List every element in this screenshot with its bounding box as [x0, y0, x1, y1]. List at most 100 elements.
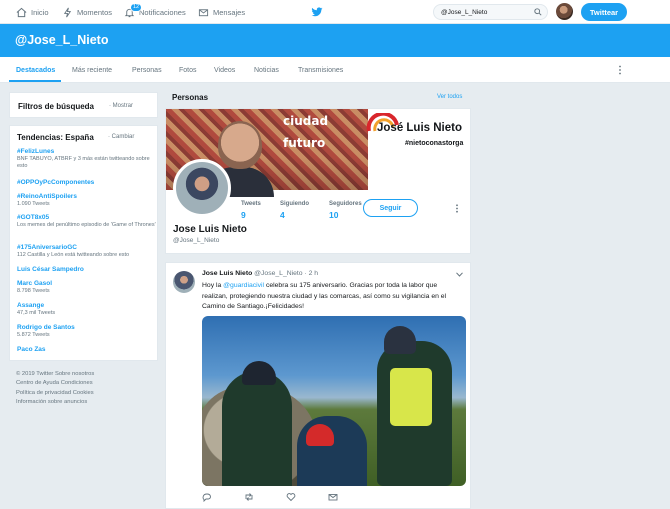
trends-title: Tendencias: España [17, 133, 94, 142]
search-icon[interactable] [534, 8, 542, 16]
trend-item[interactable]: Marc Gasol 8.798 Tweets [17, 280, 157, 295]
notifications-badge: 12 [130, 3, 143, 12]
tweet-author-name[interactable]: Jose Luis Nieto [202, 270, 252, 277]
trend-meta: Los memes del penúltimo episodio de 'Gam… [17, 222, 156, 228]
tweet-author-handle: @Jose_L_Nieto [254, 270, 303, 277]
tweet-actions [202, 492, 352, 504]
profile-name[interactable]: Jose Luis Nieto [173, 224, 247, 235]
twitter-bird-icon[interactable] [311, 6, 323, 18]
more-vertical-icon[interactable] [618, 65, 622, 75]
tweet-mention[interactable]: @guardiacivil [223, 282, 264, 289]
stat-tweets-value[interactable]: 9 [241, 210, 246, 220]
nav-moments-label: Momentos [77, 7, 113, 17]
reply-icon[interactable] [202, 492, 212, 502]
tab-fotos[interactable]: Fotos [179, 67, 197, 74]
photo-helmet [242, 361, 276, 385]
nav-notifications[interactable]: 12 Notificaciones [124, 0, 186, 24]
trend-meta: BNF TABUYO, ATBRF y 3 más están twittean… [17, 156, 150, 169]
profile-handle: @Jose_L_Nieto [173, 237, 220, 244]
trend-name: Assange [17, 302, 45, 309]
user-avatar[interactable] [556, 3, 573, 20]
nav-messages[interactable]: Mensajes [198, 0, 245, 24]
tweet-text: Hoy la @guardiacivil celebra su 175 aniv… [202, 281, 464, 313]
tweet-timestamp[interactable]: · 2 h [304, 270, 318, 277]
like-icon[interactable] [286, 492, 296, 502]
top-navigation-bar: Inicio Momentos 12 Notificaciones Mensaj… [0, 0, 670, 24]
nav-home[interactable]: Inicio [16, 0, 49, 24]
tweet[interactable]: Jose Luis Nieto @Jose_L_Nieto · 2 h Hoy … [165, 262, 471, 509]
trend-item[interactable]: #OPPOyPcComponentes [17, 179, 157, 187]
nav-home-label: Inicio [31, 7, 49, 17]
trend-meta: 5.872 Tweets [17, 332, 50, 338]
stat-following-value[interactable]: 4 [280, 210, 285, 220]
envelope-icon [198, 8, 209, 16]
trend-name: #OPPOyPcComponentes [17, 179, 95, 186]
trend-item[interactable]: #ReinoAntiSpoilers 1.090 Tweets [17, 193, 157, 208]
trend-item[interactable]: #175AniversarioGC 112 Castilla y León es… [17, 244, 157, 259]
nav-moments[interactable]: Momentos [62, 0, 112, 24]
banner-candidate-name: José Luis Nieto [377, 122, 462, 134]
trend-item[interactable]: #GOT8x05 Los memes del penúltimo episodi… [17, 214, 157, 229]
tab-transmisiones[interactable]: Transmisiones [298, 67, 343, 74]
dm-icon[interactable] [328, 492, 338, 502]
lightning-icon [63, 7, 72, 17]
tweet-media-photo[interactable] [202, 316, 466, 486]
footer-links: © 2019 Twitter Sobre nosotros Centro de … [16, 370, 146, 407]
trend-item[interactable]: Paco Zas [17, 346, 157, 354]
footer-line[interactable]: © 2019 Twitter Sobre nosotros [16, 370, 146, 379]
search-input[interactable] [433, 4, 548, 20]
tab-videos[interactable]: Videos [214, 67, 235, 74]
follow-button[interactable]: Seguir [363, 199, 418, 217]
trend-item[interactable]: Luis César Sampedro [17, 266, 157, 274]
nav-messages-label: Mensajes [213, 7, 246, 17]
profile-card[interactable]: ciudad futuro José Luis Nieto #nietocona… [165, 108, 471, 254]
trend-name: Paco Zas [17, 346, 46, 353]
photo-person [222, 371, 292, 486]
chevron-down-icon[interactable] [456, 272, 463, 277]
trend-meta: 1.090 Tweets [17, 201, 50, 207]
banner-slogan-1: ciudad [283, 114, 329, 128]
trend-meta: 8.798 Tweets [17, 288, 50, 294]
retweet-icon[interactable] [244, 492, 254, 502]
search-header: @Jose_L_Nieto [0, 24, 670, 57]
trend-name: Marc Gasol [17, 280, 53, 287]
tab-personas[interactable]: Personas [132, 67, 162, 74]
trend-name: Luis César Sampedro [17, 266, 84, 273]
profile-avatar[interactable] [173, 159, 231, 217]
filters-show-link[interactable]: · Mostrar [109, 103, 133, 109]
banner-hashtag: #nietoconastorga [405, 140, 464, 147]
trend-meta: 47,3 mil Tweets [17, 310, 56, 316]
banner-slogan-2: futuro [283, 136, 326, 150]
stat-tweets-label: Tweets [241, 201, 261, 207]
tweet-button[interactable]: Twittear [581, 3, 627, 21]
search-tabs: Destacados Más reciente Personas Fotos V… [0, 57, 670, 83]
trends-change-link[interactable]: · Cambiar [108, 134, 134, 140]
home-icon [16, 7, 27, 17]
filters-title: Filtros de búsqueda [18, 102, 95, 111]
stat-following-label: Siguiendo [280, 201, 309, 207]
trend-name: #175AniversarioGC [17, 244, 77, 251]
footer-line[interactable]: Información sobre anuncios [16, 398, 146, 407]
photo-reflective-vest [390, 368, 432, 426]
trend-item[interactable]: Assange 47,3 mil Tweets [17, 302, 157, 317]
tab-noticias[interactable]: Noticias [254, 67, 279, 74]
trends-panel: Tendencias: España · Cambiar #FelizLunes… [9, 125, 158, 361]
tab-mas-reciente[interactable]: Más reciente [72, 67, 112, 74]
photo-person [297, 416, 367, 486]
banner-person-face [218, 121, 262, 169]
trend-name: #FelizLunes [17, 148, 55, 155]
trend-meta: 112 Castilla y León está twitteando sobr… [17, 252, 130, 258]
page-title: @Jose_L_Nieto [15, 33, 109, 47]
see-all-link[interactable]: Ver todos [437, 94, 462, 100]
footer-line[interactable]: Centro de Ayuda Condiciones [16, 379, 146, 388]
trend-item[interactable]: Rodrigo de Santos 5.872 Tweets [17, 324, 157, 339]
more-vertical-icon[interactable] [455, 204, 459, 213]
tab-destacados[interactable]: Destacados [16, 67, 55, 74]
nav-notifications-label: Notificaciones [139, 7, 186, 17]
search-filters-panel: Filtros de búsqueda · Mostrar [9, 92, 158, 118]
tweet-header: Jose Luis Nieto @Jose_L_Nieto · 2 h [202, 270, 318, 277]
trend-item[interactable]: #FelizLunes BNF TABUYO, ATBRF y 3 más es… [17, 148, 157, 170]
footer-line[interactable]: Política de privacidad Cookies [16, 389, 146, 398]
stat-followers-value[interactable]: 10 [329, 210, 338, 220]
tweet-avatar[interactable] [173, 271, 195, 293]
